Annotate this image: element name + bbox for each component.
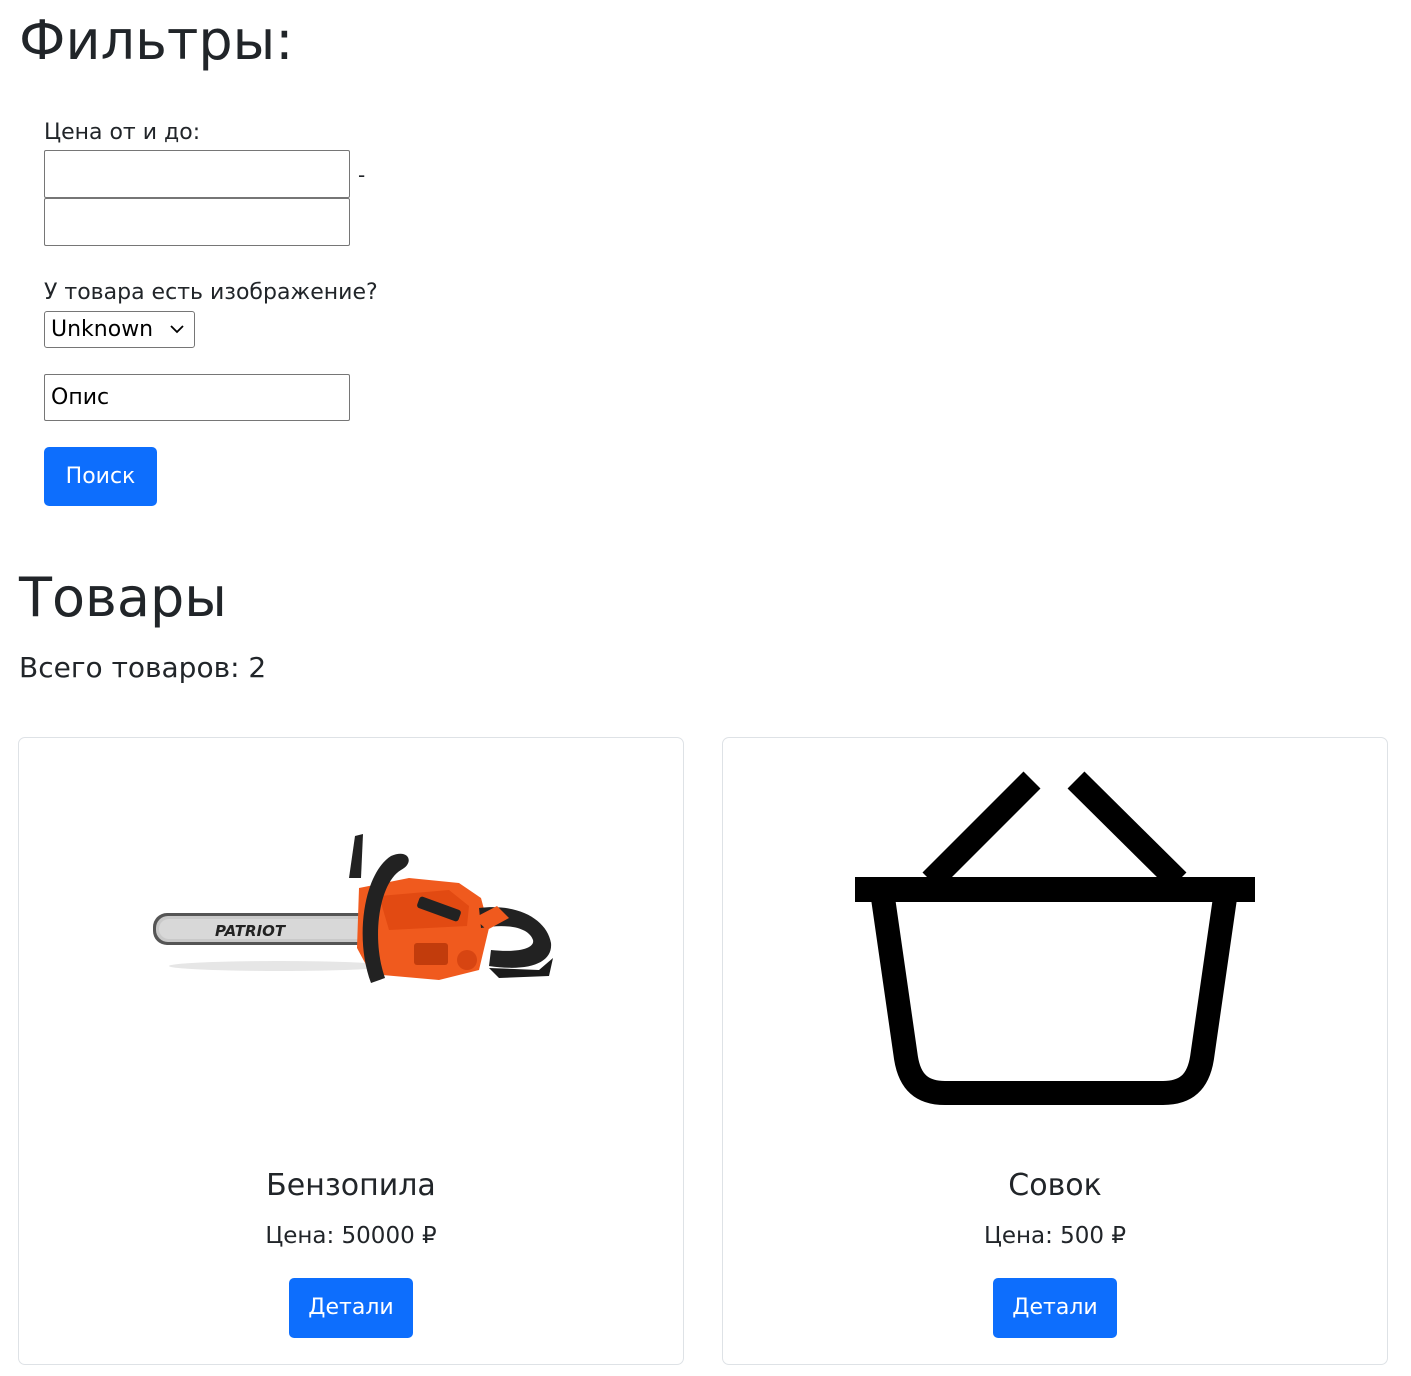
product-name: Бензопила bbox=[266, 1168, 436, 1203]
price-separator: - bbox=[358, 163, 366, 187]
details-button[interactable]: Детали bbox=[993, 1278, 1117, 1338]
page: Фильтры: Цена от и до: - У товара есть и… bbox=[0, 0, 1411, 1376]
description-input[interactable] bbox=[44, 374, 350, 421]
product-price: Цена: 500 ₽ bbox=[983, 1223, 1127, 1249]
product-price: Цена: 50000 ₽ bbox=[265, 1223, 437, 1249]
total-products-count: Всего товаров: 2 bbox=[19, 651, 267, 684]
product-card: Совок Цена: 500 ₽ Детали bbox=[722, 737, 1388, 1365]
details-button[interactable]: Детали bbox=[289, 1278, 413, 1338]
chainsaw-image: PATRIOT bbox=[153, 834, 553, 983]
price-from-input[interactable] bbox=[44, 150, 350, 198]
product-card: PATRIOT Бензопила Цена: 50000 ₽ Детали bbox=[18, 737, 684, 1365]
search-button[interactable]: Поиск bbox=[44, 447, 157, 506]
has-image-selected-value: Unknown bbox=[51, 317, 154, 342]
price-range-label: Цена от и до: bbox=[44, 120, 201, 145]
svg-text:PATRIOT: PATRIOT bbox=[215, 922, 287, 940]
products-title: Товары bbox=[19, 566, 227, 629]
has-image-select[interactable]: Unknown bbox=[44, 311, 195, 348]
price-to-input[interactable] bbox=[44, 198, 350, 246]
filters-title: Фильтры: bbox=[19, 9, 294, 72]
product-name: Совок bbox=[1008, 1168, 1102, 1203]
chevron-down-icon bbox=[170, 325, 184, 334]
has-image-label: У товара есть изображение? bbox=[44, 280, 378, 305]
basket-icon bbox=[855, 771, 1255, 1105]
